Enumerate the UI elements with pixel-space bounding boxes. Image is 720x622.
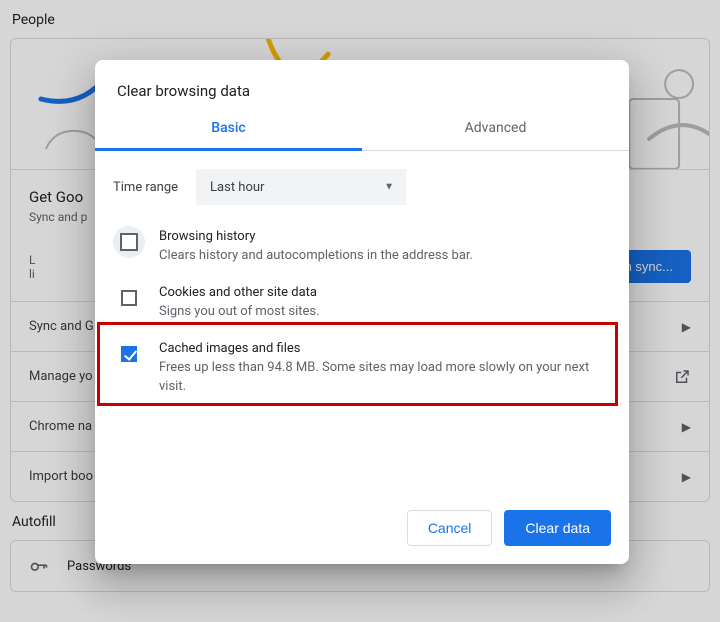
open-in-new-icon xyxy=(673,368,691,386)
options-list: Browsing history Clears history and auto… xyxy=(95,213,629,492)
row-label: Manage yo xyxy=(29,369,93,384)
row-label: Sync and G xyxy=(29,319,94,334)
option-cached-images[interactable]: Cached images and files Frees up less th… xyxy=(109,331,615,405)
tab-basic[interactable]: Basic xyxy=(95,108,362,151)
row-label: Chrome na xyxy=(29,419,92,434)
tab-advanced[interactable]: Advanced xyxy=(362,108,629,150)
option-title: Browsing history xyxy=(159,229,473,244)
time-range-select[interactable]: Last hour ▼ xyxy=(196,169,406,205)
option-desc: Signs you out of most sites. xyxy=(159,303,320,321)
chevron-right-icon: ▶ xyxy=(682,470,691,484)
option-title: Cookies and other site data xyxy=(159,285,320,300)
option-desc: Frees up less than 94.8 MB. Some sites m… xyxy=(159,359,611,395)
checkbox-browsing-history[interactable] xyxy=(120,233,138,251)
option-title: Cached images and files xyxy=(159,341,611,356)
option-browsing-history[interactable]: Browsing history Clears history and auto… xyxy=(109,219,615,275)
checkbox-wrapper xyxy=(113,282,145,314)
dialog-title: Clear browsing data xyxy=(95,60,629,108)
row-label: Import boo xyxy=(29,469,93,484)
chevron-right-icon: ▶ xyxy=(682,320,691,334)
time-range-label: Time range xyxy=(113,180,178,195)
dialog-actions: Cancel Clear data xyxy=(95,492,629,564)
checkbox-cached-images[interactable] xyxy=(121,346,137,362)
chevron-right-icon: ▶ xyxy=(682,420,691,434)
checkbox-cookies[interactable] xyxy=(121,290,137,306)
dialog-tabs: Basic Advanced xyxy=(95,108,629,151)
caret-down-icon: ▼ xyxy=(384,182,394,193)
clear-browsing-data-dialog: Clear browsing data Basic Advanced Time … xyxy=(95,60,629,564)
checkbox-wrapper xyxy=(113,338,145,370)
time-range-value: Last hour xyxy=(210,180,264,195)
option-desc: Clears history and autocompletions in th… xyxy=(159,247,473,265)
key-icon xyxy=(29,556,49,576)
cancel-button[interactable]: Cancel xyxy=(407,510,493,546)
checkbox-wrapper xyxy=(113,226,145,258)
time-range-row: Time range Last hour ▼ xyxy=(95,151,629,213)
section-heading-people: People xyxy=(10,0,710,38)
turn-on-sync-text: L li xyxy=(29,253,35,281)
option-cookies[interactable]: Cookies and other site data Signs you ou… xyxy=(109,275,615,331)
clear-data-button[interactable]: Clear data xyxy=(504,510,611,546)
